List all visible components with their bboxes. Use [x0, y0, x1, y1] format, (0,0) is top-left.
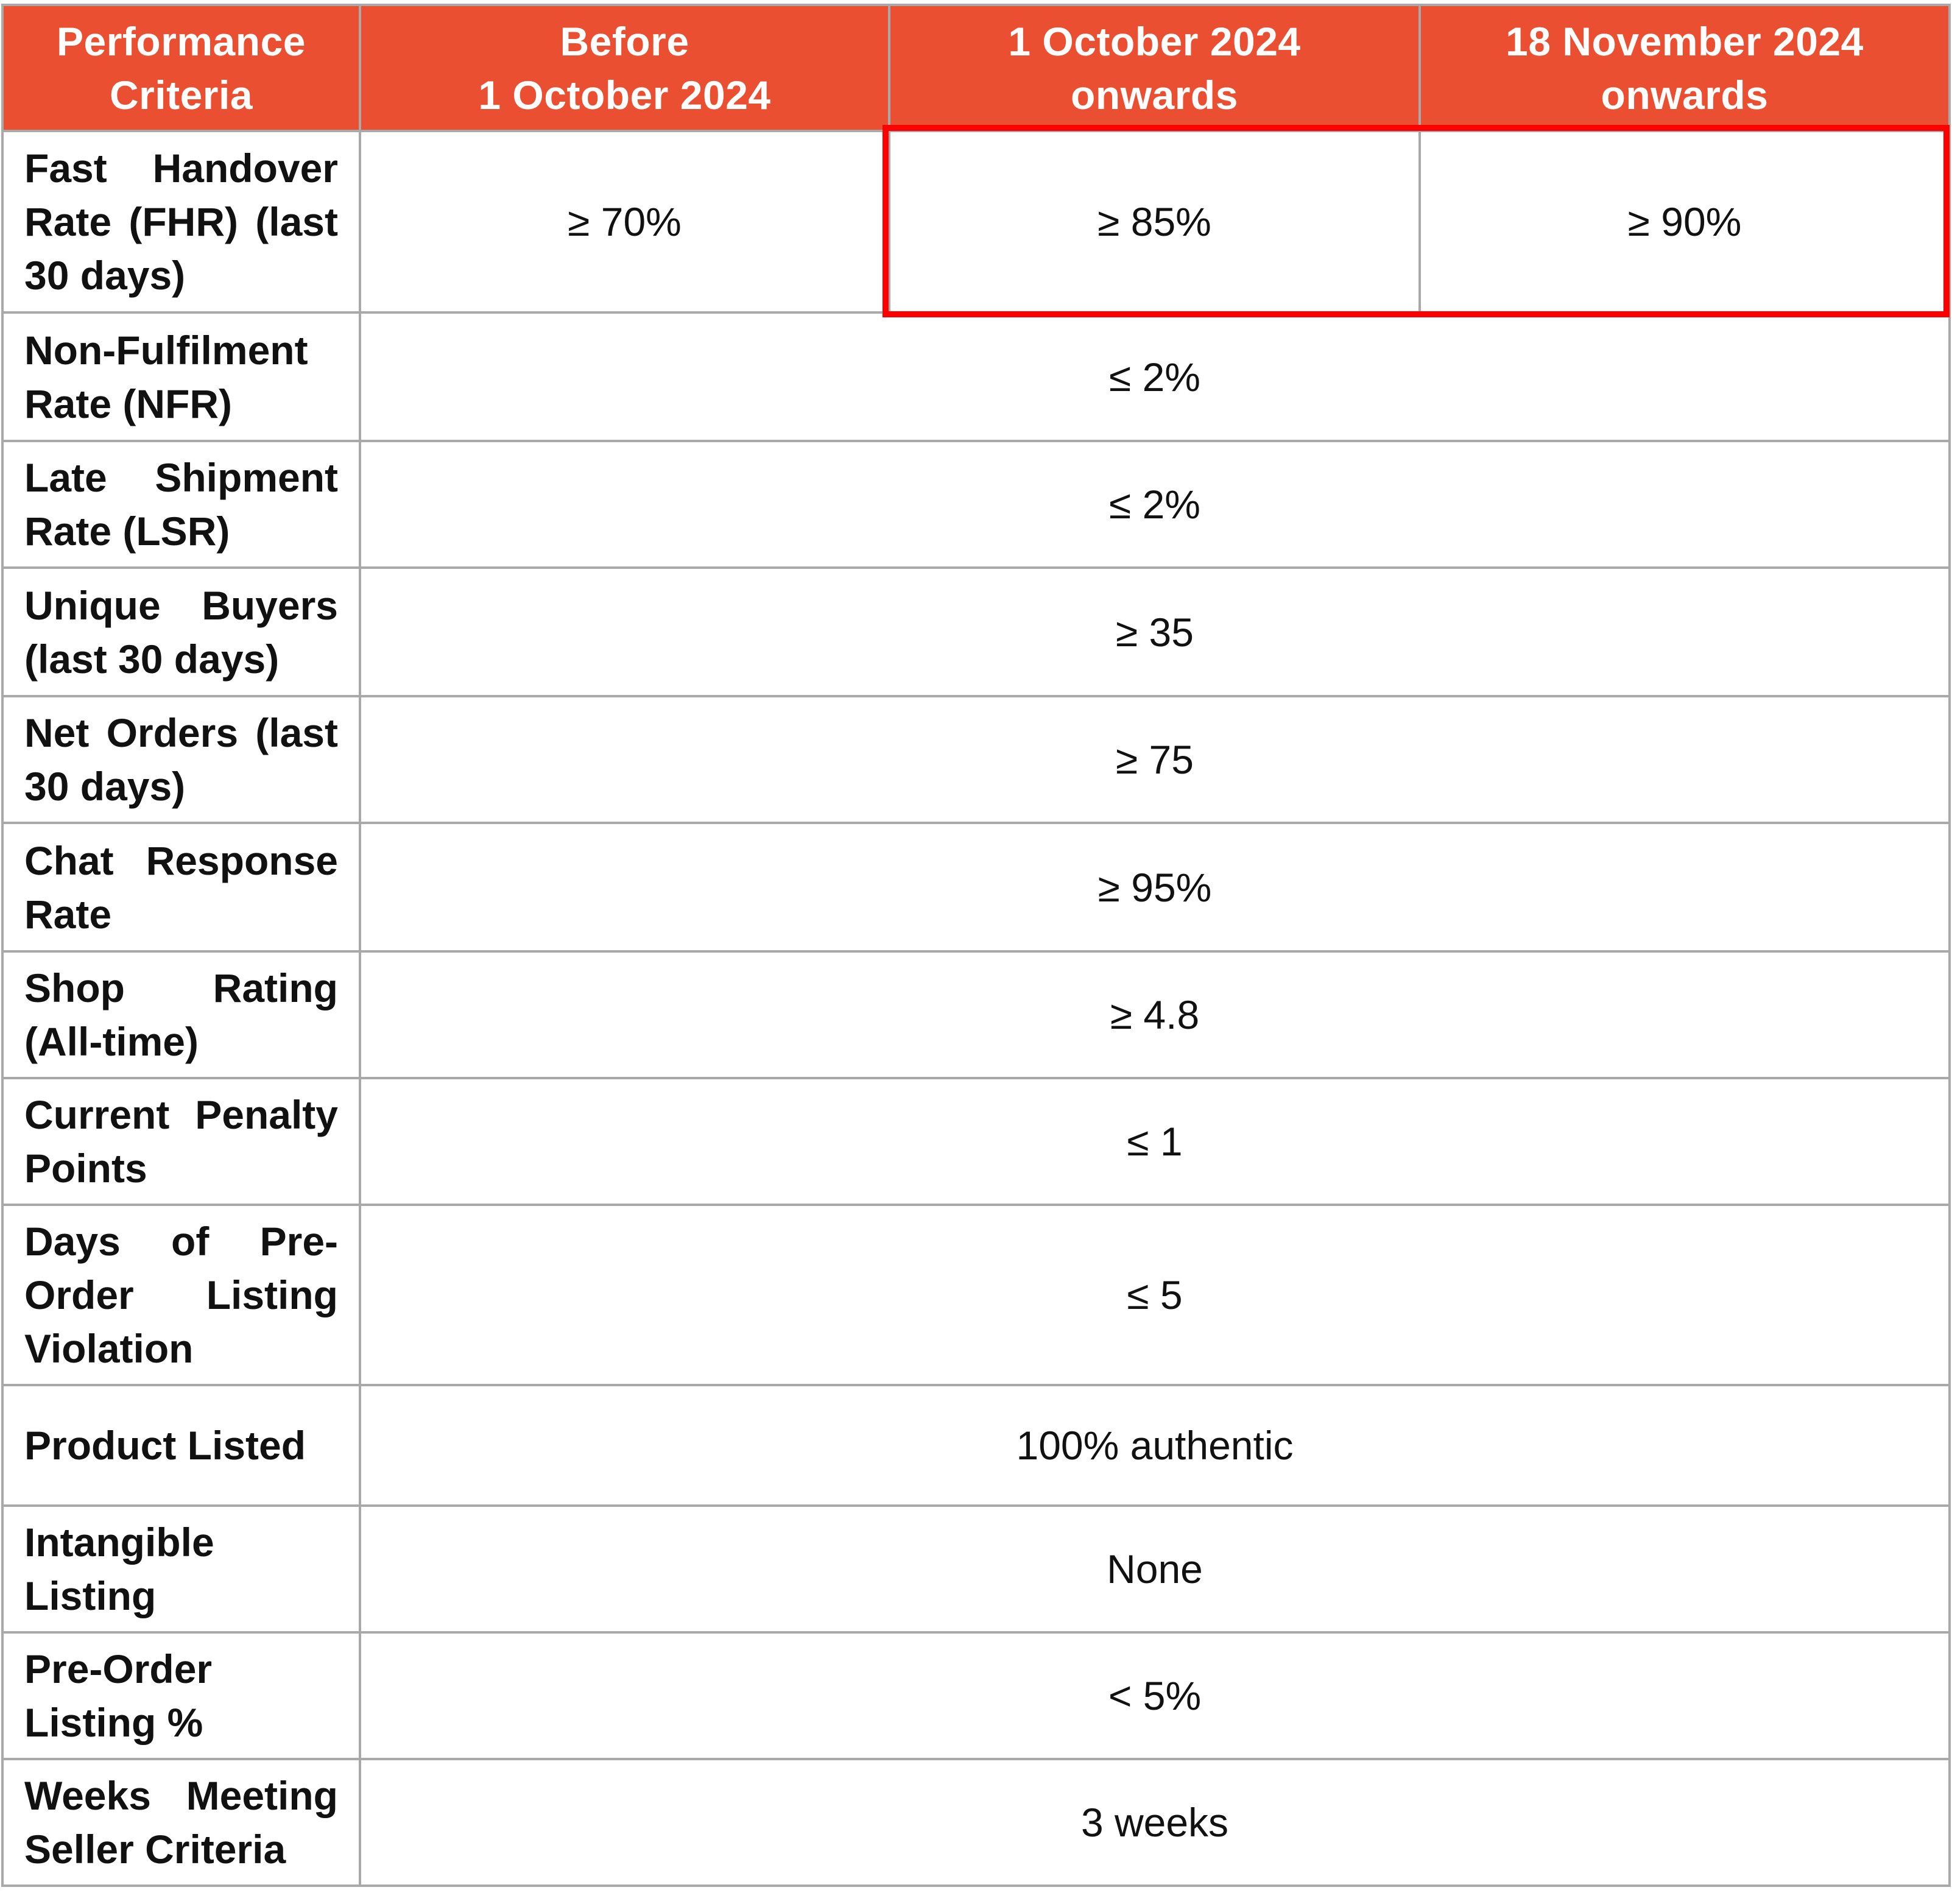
value-cell: ≤ 5	[359, 1204, 1951, 1386]
value-cell: < 5%	[359, 1631, 1951, 1760]
value-cell-before-1-oct: ≥ 70%	[359, 130, 890, 314]
header-row: Performance Criteria Before 1 October 20…	[1, 4, 1951, 132]
value-cell: None	[359, 1504, 1951, 1634]
value-cell: ≥ 75	[359, 695, 1951, 824]
header-line: Criteria	[109, 72, 253, 118]
header-1-oct-2024-onwards: 1 October 2024 onwards	[888, 4, 1421, 132]
value-cell: 3 weeks	[359, 1758, 1951, 1887]
criteria-cell: Pre-Order Listing %	[1, 1631, 361, 1760]
table-row: Product Listed 100% authentic	[1, 1384, 1951, 1507]
header-line: Performance	[56, 18, 306, 64]
value-cell-from-18-nov: ≥ 90%	[1418, 130, 1951, 314]
table-row: Shop Rating (All-time) ≥ 4.8	[1, 950, 1951, 1079]
criteria-cell: Fast Handover Rate (FHR) (last 30 days)	[1, 130, 361, 314]
table-row: Fast Handover Rate (FHR) (last 30 days) …	[1, 130, 1951, 314]
table-row: Days of Pre-Order Listing Violation ≤ 5	[1, 1204, 1951, 1386]
value-cell: ≤ 2%	[359, 440, 1951, 569]
header-line: onwards	[1601, 72, 1769, 118]
header-before-1-oct-2024: Before 1 October 2024	[359, 4, 890, 132]
table-row: Weeks Meeting Seller Criteria 3 weeks	[1, 1758, 1951, 1887]
criteria-cell: Chat Response Rate	[1, 822, 361, 953]
value-cell: ≥ 95%	[359, 822, 1951, 953]
criteria-cell: Product Listed	[1, 1384, 361, 1507]
value-cell: 100% authentic	[359, 1384, 1951, 1507]
criteria-cell: Weeks Meeting Seller Criteria	[1, 1758, 361, 1887]
criteria-cell: Intangible Listing	[1, 1504, 361, 1634]
value-cell: ≤ 2%	[359, 311, 1951, 442]
table-row: Unique Buyers (last 30 days) ≥ 35	[1, 566, 1951, 697]
value-cell: ≥ 35	[359, 566, 1951, 697]
criteria-cell: Shop Rating (All-time)	[1, 950, 361, 1079]
header-performance-criteria: Performance Criteria	[1, 4, 361, 132]
criteria-cell: Non-Fulfilment Rate (NFR)	[1, 311, 361, 442]
table-row: Pre-Order Listing % < 5%	[1, 1631, 1951, 1760]
value-cell: ≥ 4.8	[359, 950, 1951, 1079]
table-row: Late Shipment Rate (LSR) ≤ 2%	[1, 440, 1951, 569]
header-line: 18 November 2024	[1506, 18, 1864, 64]
seller-criteria-table: Performance Criteria Before 1 October 20…	[1, 4, 1951, 1887]
header-line: 1 October 2024	[1008, 18, 1301, 64]
criteria-cell: Days of Pre-Order Listing Violation	[1, 1204, 361, 1386]
header-line: 1 October 2024	[478, 72, 771, 118]
table-row: Chat Response Rate ≥ 95%	[1, 822, 1951, 953]
header-line: onwards	[1071, 72, 1238, 118]
criteria-cell: Late Shipment Rate (LSR)	[1, 440, 361, 569]
table-row: Non-Fulfilment Rate (NFR) ≤ 2%	[1, 311, 1951, 442]
value-cell-from-1-oct: ≥ 85%	[888, 130, 1421, 314]
table-row: Net Orders (last 30 days) ≥ 75	[1, 695, 1951, 824]
header-18-nov-2024-onwards: 18 November 2024 onwards	[1418, 4, 1951, 132]
header-line: Before	[560, 18, 689, 64]
table-row: Current Penalty Points ≤ 1	[1, 1077, 1951, 1206]
value-cell: ≤ 1	[359, 1077, 1951, 1206]
table-row: Intangible Listing None	[1, 1504, 1951, 1634]
criteria-cell: Net Orders (last 30 days)	[1, 695, 361, 824]
criteria-cell: Current Penalty Points	[1, 1077, 361, 1206]
criteria-cell: Unique Buyers (last 30 days)	[1, 566, 361, 697]
